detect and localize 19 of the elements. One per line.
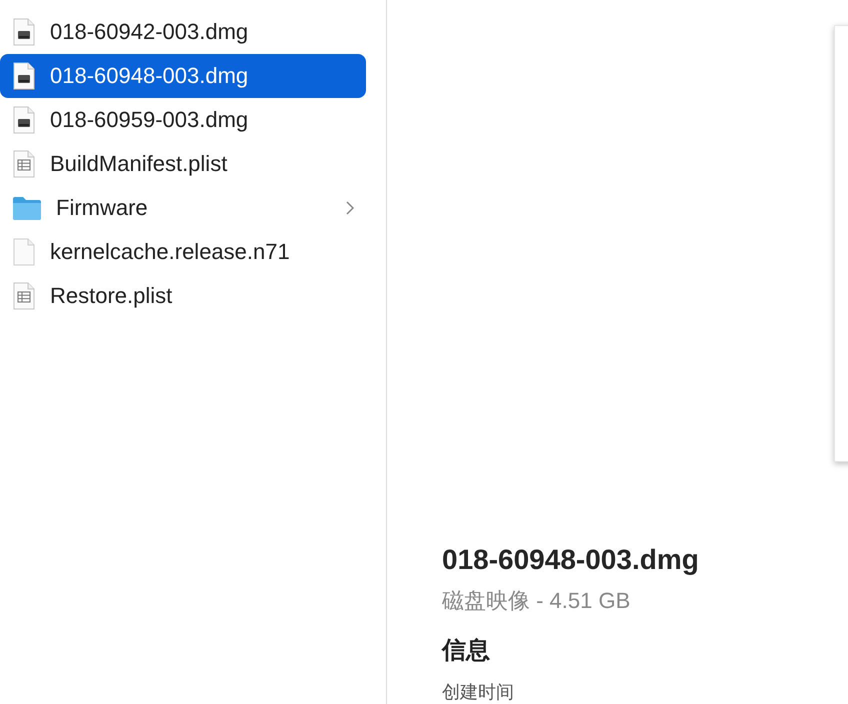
file-kind-size: 磁盘映像 - 4.51 GB [442, 587, 630, 615]
file-row[interactable]: Restore.plist [0, 274, 366, 318]
file-row[interactable]: BuildManifest.plist [0, 142, 366, 186]
disk-image-icon [12, 106, 36, 134]
blank-file-icon [12, 238, 36, 266]
file-row[interactable]: kernelcache.release.n71 [0, 230, 366, 274]
file-row[interactable]: 018-60942-003.dmg [0, 10, 366, 54]
chevron-icon [346, 201, 354, 215]
file-title: 018-60948-003.dmg [442, 544, 699, 576]
folder-icon [12, 195, 42, 221]
spreadsheet-file-icon [12, 150, 36, 178]
file-row[interactable]: 018-60959-003.dmg [0, 98, 366, 142]
spreadsheet-file-icon [12, 282, 36, 310]
file-row[interactable]: Firmware [0, 186, 366, 230]
field-label: 创建时间 [442, 681, 514, 704]
disk-image-icon [12, 62, 36, 90]
file-row[interactable]: 018-60948-003.dmg [0, 54, 366, 98]
disk-image-icon [12, 18, 36, 46]
section-heading: 信息 [442, 636, 490, 666]
